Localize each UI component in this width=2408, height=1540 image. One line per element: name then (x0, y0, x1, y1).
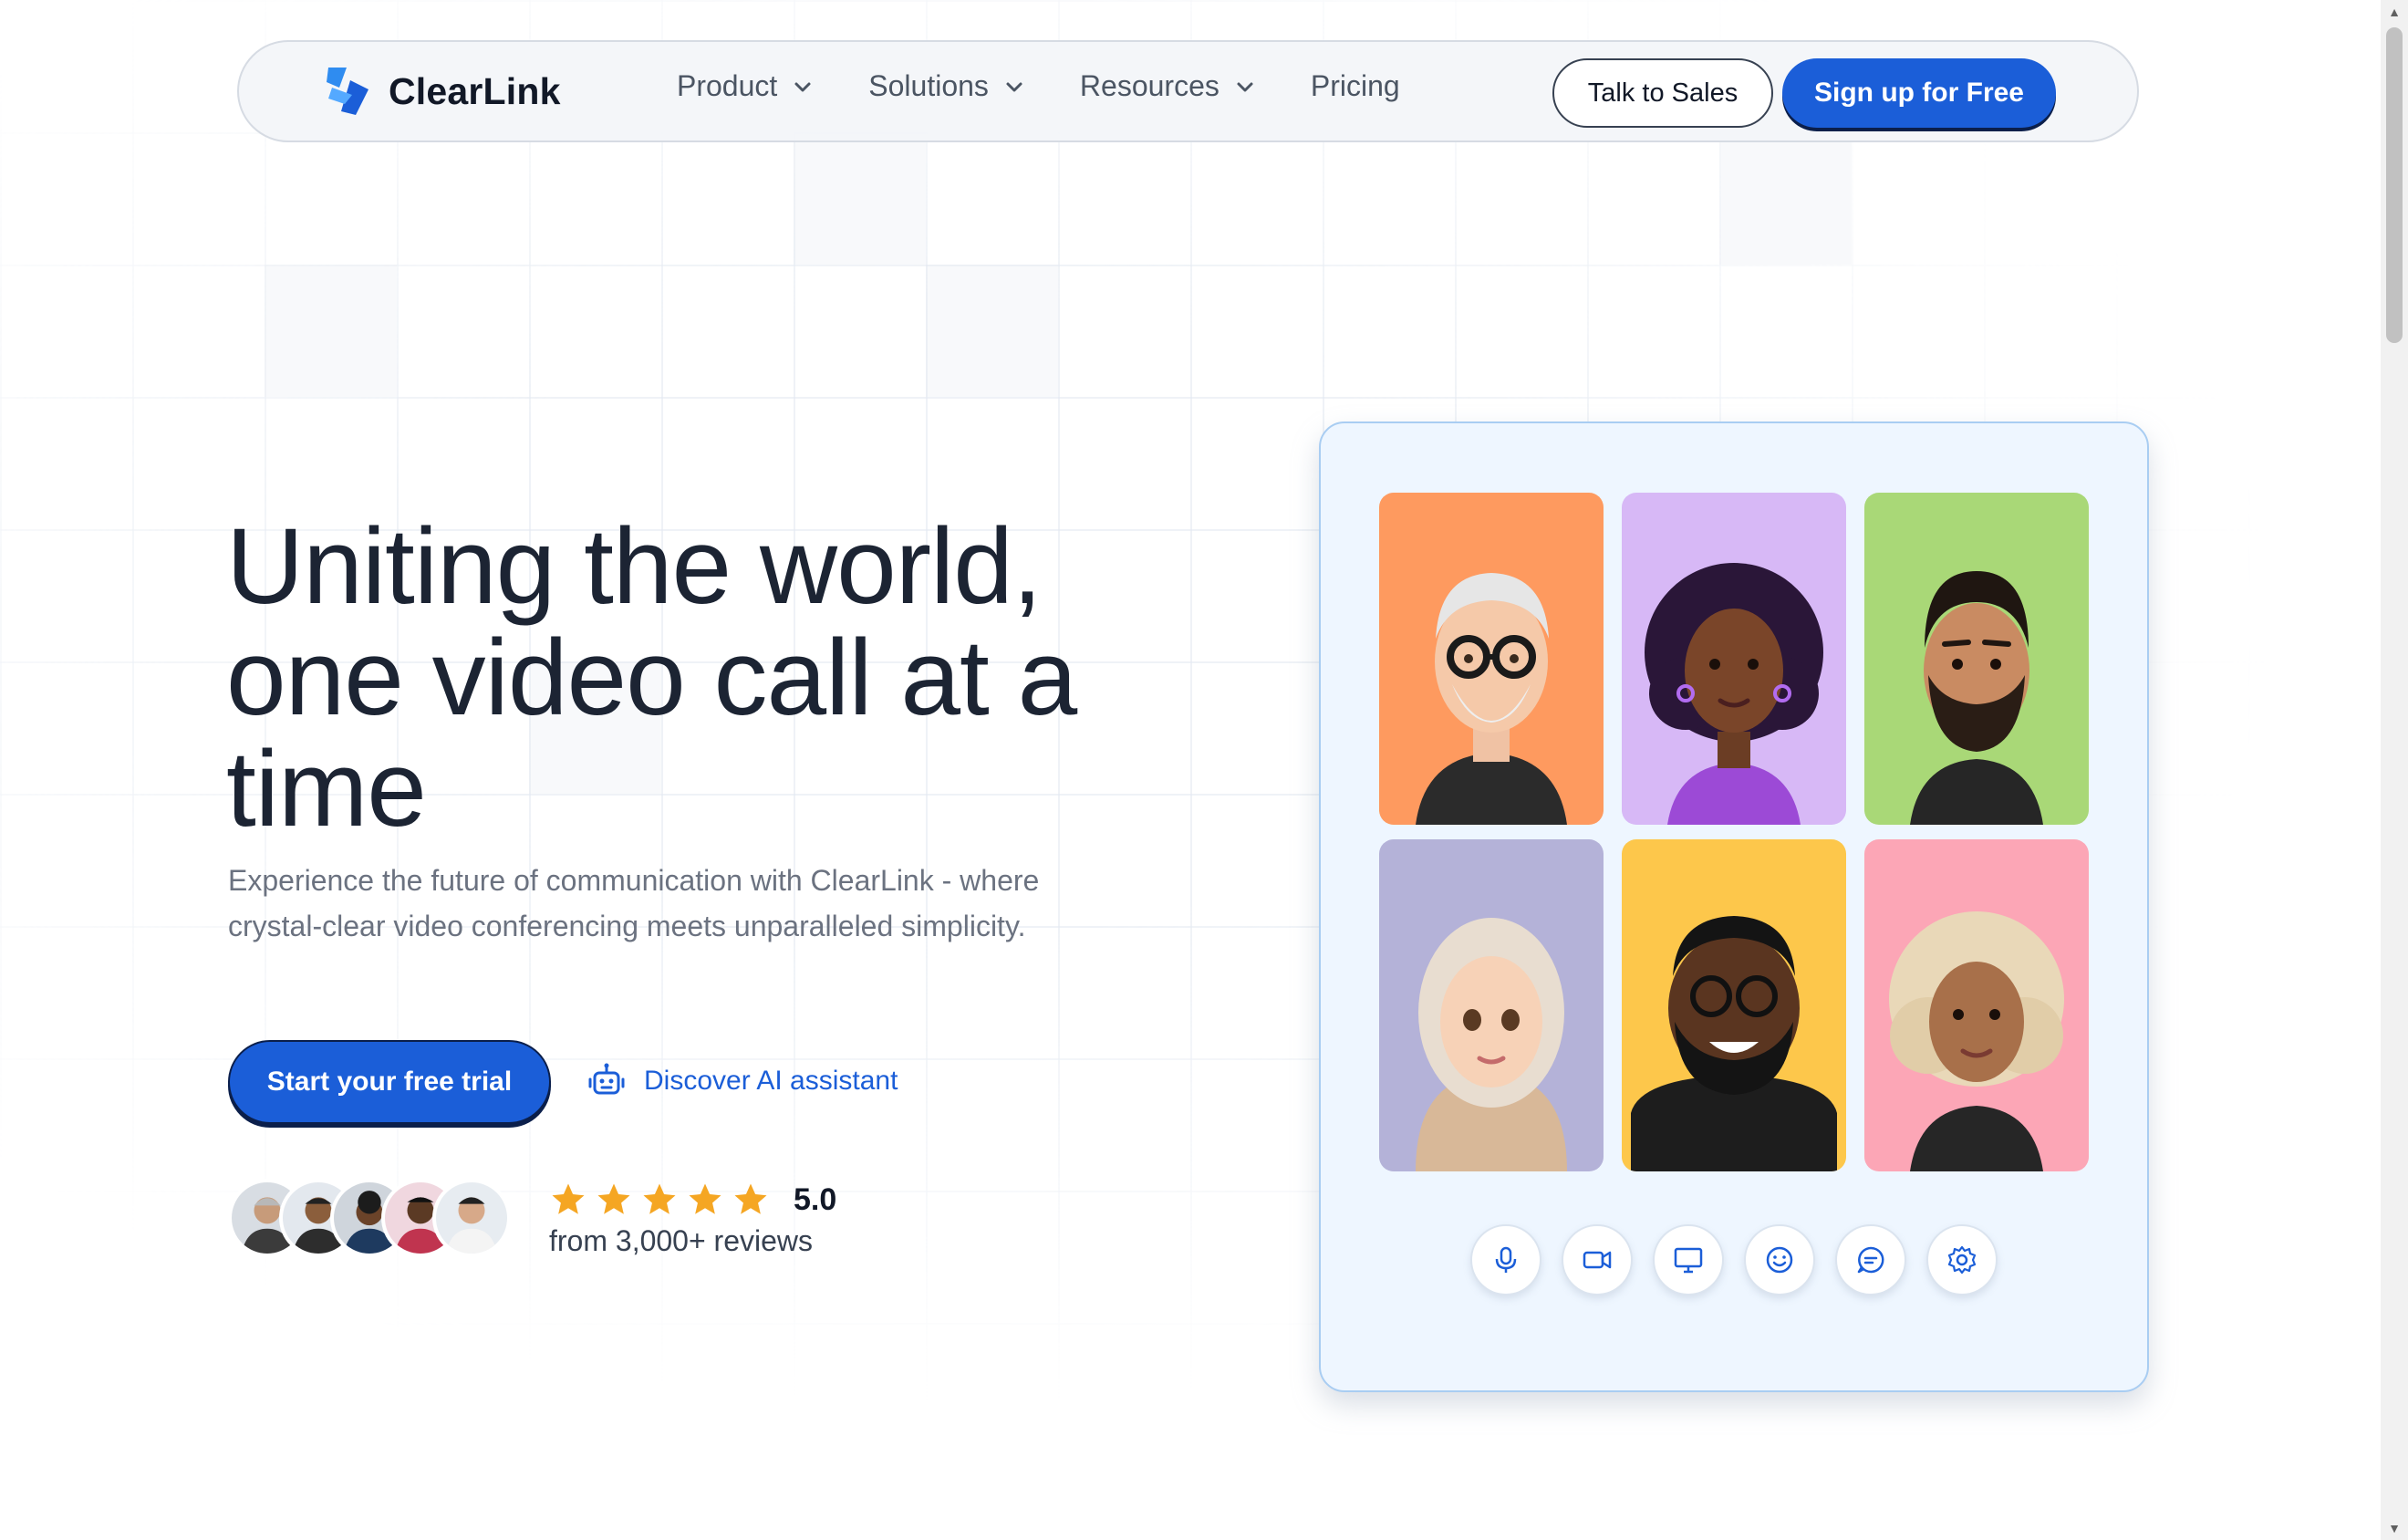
nav-item-resources[interactable]: Resources (1080, 69, 1256, 103)
scroll-down-arrow-icon[interactable]: ▼ (2386, 1520, 2403, 1536)
top-navbar: ClearLink Product Solutions Resources Pr… (237, 40, 2139, 142)
star-icon (597, 1183, 630, 1214)
avatar (432, 1179, 511, 1257)
nav-item-product[interactable]: Product (677, 69, 814, 103)
signup-button[interactable]: Sign up for Free (1782, 58, 2056, 128)
background-shade (926, 265, 1058, 397)
discover-ai-label: Discover AI assistant (644, 1066, 898, 1096)
nav-item-label: Resources (1079, 69, 1220, 102)
video-button[interactable] (1562, 1224, 1633, 1295)
background-shade (794, 132, 926, 265)
brand[interactable]: ClearLink (323, 64, 561, 119)
video-camera-icon (1583, 1251, 1612, 1269)
scroll-up-arrow-icon[interactable]: ▲ (2386, 4, 2403, 20)
nav-item-solutions[interactable]: Solutions (868, 69, 1025, 103)
participant-tile[interactable] (1864, 839, 2089, 1171)
chat-icon (1857, 1246, 1884, 1274)
rating-value: 5.0 (794, 1181, 837, 1217)
talk-to-sales-button[interactable]: Talk to Sales (1552, 58, 1773, 128)
chevron-down-icon (1006, 82, 1022, 91)
call-controls (1470, 1224, 2018, 1295)
scroll-thumb[interactable] (2386, 27, 2403, 343)
screen-share-icon (1674, 1247, 1703, 1274)
nav-item-pricing[interactable]: Pricing (1311, 69, 1400, 103)
chevron-down-icon (1237, 82, 1253, 91)
memoji-avatar (1645, 563, 1823, 825)
participant-tile[interactable] (1379, 839, 1604, 1171)
chevron-down-icon (794, 82, 811, 91)
nav-item-label: Pricing (1310, 69, 1400, 102)
memoji-avatar (1416, 918, 1567, 1171)
star-icon (643, 1183, 676, 1214)
nav-item-label: Solutions (868, 69, 989, 102)
nav-menu: Product Solutions Resources Pricing (677, 69, 1455, 103)
star-icon (689, 1183, 721, 1214)
star-icon (734, 1183, 767, 1214)
emoji-icon (1766, 1246, 1793, 1274)
vertical-scrollbar[interactable]: ▲ ▼ (2381, 0, 2408, 1540)
rating-block: 5.0 from 3,000+ reviews (549, 1181, 836, 1258)
participant-tile[interactable] (1864, 493, 2089, 825)
memoji-avatar (1416, 573, 1567, 825)
brand-name: ClearLink (389, 69, 561, 112)
hero-subtitle: Experience the future of communication w… (228, 864, 1040, 942)
settings-icon (1947, 1245, 1977, 1275)
memoji-avatar (1910, 571, 2043, 825)
hero-title: Uniting the world, one video call at a t… (226, 506, 1077, 849)
chat-button[interactable] (1835, 1224, 1906, 1295)
participant-tile[interactable] (1622, 493, 1846, 825)
microphone-icon (1495, 1246, 1517, 1273)
nav-item-label: Product (677, 69, 778, 102)
microphone-button[interactable] (1470, 1224, 1541, 1295)
memoji-avatar (1631, 916, 1837, 1171)
reviews-count: from 3,000+ reviews (549, 1224, 814, 1257)
star-icon (552, 1183, 585, 1214)
participant-tile[interactable] (1379, 493, 1604, 825)
settings-button[interactable] (1926, 1224, 1998, 1295)
discover-ai-assistant-link[interactable]: Discover AI assistant (587, 1062, 898, 1100)
robot-icon (588, 1063, 625, 1095)
screen-share-button[interactable] (1653, 1224, 1724, 1295)
participant-tile[interactable] (1622, 839, 1846, 1171)
reviewer-avatars (228, 1179, 520, 1259)
background-shade (1719, 132, 1852, 265)
memoji-avatar (1889, 911, 2064, 1171)
video-call-panel (1319, 421, 2149, 1392)
bolt-logo-icon (327, 68, 368, 115)
start-free-trial-button[interactable]: Start your free trial (228, 1040, 551, 1124)
background-shade (265, 265, 397, 397)
emoji-button[interactable] (1744, 1224, 1815, 1295)
